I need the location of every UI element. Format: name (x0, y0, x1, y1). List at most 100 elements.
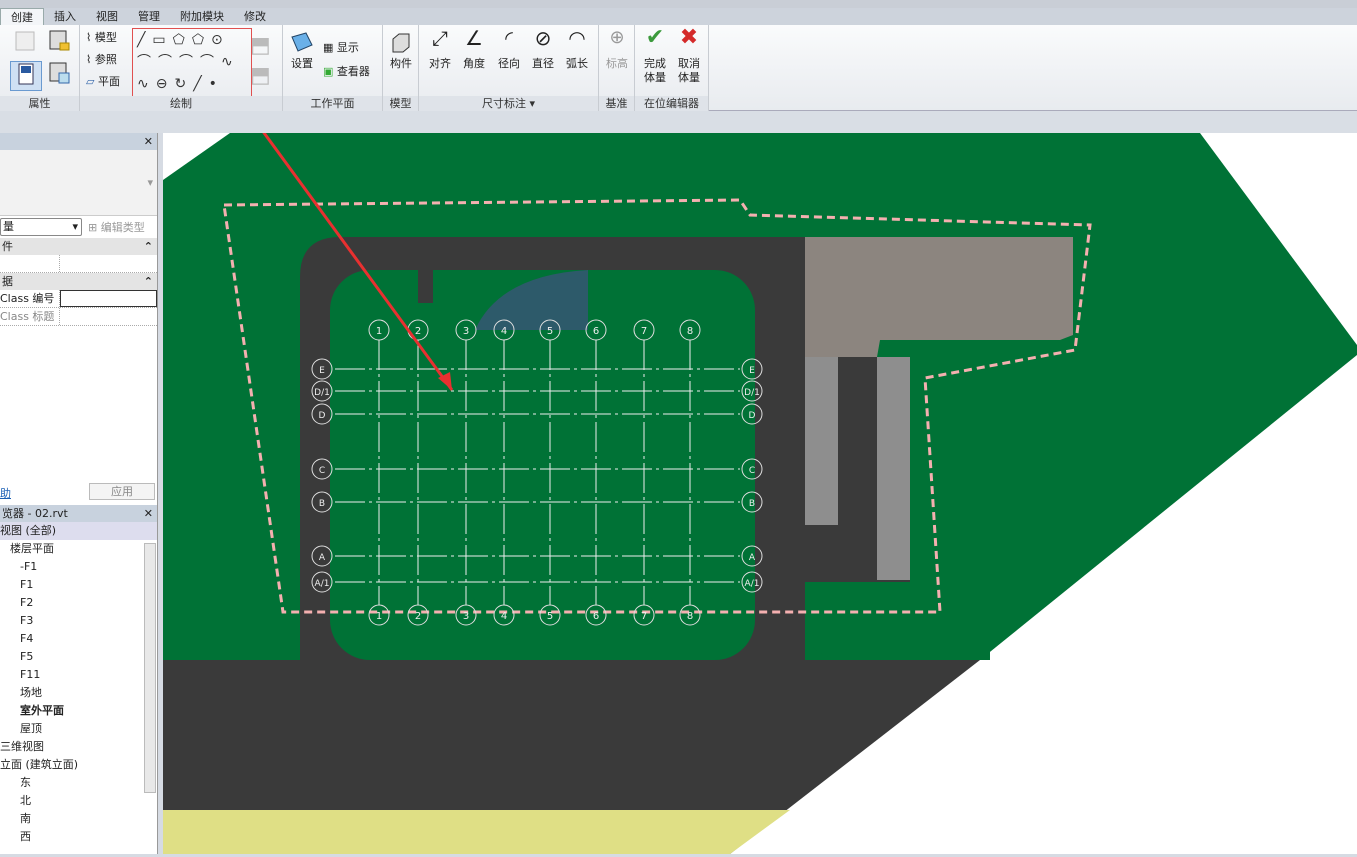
panel-workplane: 设置 ▦ 显示 ▣ 查看器 工作平面 (283, 25, 383, 111)
browser-item[interactable]: 屋顶 (0, 720, 157, 738)
browser-item[interactable]: 北 (0, 792, 157, 810)
properties-help-link[interactable]: 助 (0, 485, 11, 501)
browser-item[interactable]: 场地 (0, 684, 157, 702)
grid-label: 7 (641, 326, 647, 337)
grid-label: B (319, 499, 325, 509)
grid-label: 4 (501, 326, 507, 337)
angle-icon: ∠ (465, 26, 483, 50)
panel-label: 绘制 (80, 96, 282, 111)
browser-item[interactable]: F4 (0, 630, 157, 648)
browser-item[interactable]: F1 (0, 576, 157, 594)
draw-tools-row[interactable]: ∿⊖↻╱• (137, 73, 251, 95)
close-icon[interactable]: ✕ (144, 505, 153, 522)
family-category-icon (49, 30, 70, 51)
label: 量 (3, 220, 14, 233)
type-selector-preview[interactable]: ▾ (0, 150, 157, 216)
close-icon[interactable]: ✕ (144, 133, 153, 150)
edit-type-button[interactable]: ⊞ 编辑类型 (88, 219, 145, 235)
browser-item[interactable]: -F1 (0, 558, 157, 576)
browser-item[interactable]: 视图 (全部) (0, 522, 157, 540)
viewer-button[interactable]: ▣ 查看器 (323, 65, 370, 79)
group-header[interactable]: 件 ⌃ (0, 238, 157, 255)
panel-dimension: ⤢ 对齐 ∠ 角度 ◜ 径向 ⊘ 直径 ◠ 弧长 尺寸标注 ▾ (419, 25, 599, 111)
aligned-dimension-button[interactable]: ⤢ 对齐 (425, 26, 455, 71)
label: 对齐 (429, 57, 451, 70)
tab-create[interactable]: 创建 (0, 8, 44, 25)
draw-tools-gallery[interactable]: ╱▭⬠⬠⊙ ⌒⌒⌒⌒∿ ∿⊖↻╱• (132, 28, 252, 100)
arc-length-button[interactable]: ◠ 弧长 (562, 26, 592, 71)
model-line-button[interactable]: ⌇ 模型 (86, 31, 117, 45)
browser-item[interactable]: 南 (0, 810, 157, 828)
grid-label: A (319, 553, 326, 563)
label: 标高 (606, 57, 628, 70)
browser-item[interactable]: 室外平面 (0, 702, 157, 720)
browser-item[interactable]: 西 (0, 828, 157, 846)
reference-line-button[interactable]: ⌇ 参照 (86, 53, 117, 67)
reference-plane-button[interactable]: ▱ 平面 (86, 75, 120, 89)
tab-view[interactable]: 视图 (86, 8, 128, 25)
component-button[interactable]: 构件 (387, 31, 415, 71)
class-number-input[interactable] (60, 290, 157, 307)
grid-label: 2 (415, 611, 421, 622)
grid-label: E (319, 366, 325, 376)
panel-draw: ⌇ 模型 ⌇ 参照 ▱ 平面 ╱▭⬠⬠⊙ ⌒⌒⌒⌒∿ ∿⊖↻╱• ⬒ ⬒ 绘制 (80, 25, 283, 111)
label: 参照 (94, 53, 117, 66)
family-types-icon (49, 62, 70, 84)
type-properties-button[interactable] (12, 29, 38, 55)
arc-length-icon: ◠ (568, 26, 586, 50)
label: 查看器 (336, 65, 370, 78)
grid-label: 3 (463, 611, 469, 622)
parking-strip (877, 357, 910, 580)
browser-item[interactable]: F3 (0, 612, 157, 630)
instance-filter-select[interactable]: 量 ▾ (0, 218, 82, 236)
properties-button[interactable] (10, 61, 42, 91)
tab-manage[interactable]: 管理 (128, 8, 170, 25)
label: 取消 体量 (678, 57, 700, 84)
grid-label: C (319, 466, 325, 476)
drawing-canvas[interactable]: 1 1 2 2 3 3 4 4 5 5 6 6 7 7 8 8 E E D/1 D/1 D D C C B B A A A/1 A/1 (163, 99, 1357, 854)
grid-label: 6 (593, 611, 599, 622)
tab-insert[interactable]: 插入 (44, 8, 86, 25)
tab-addins[interactable]: 附加模块 (170, 8, 234, 25)
pick-faces-icon[interactable]: ⬒ (250, 63, 271, 88)
label: 件 (2, 240, 13, 253)
road-strip (755, 270, 805, 660)
draw-tools-row[interactable]: ⌒⌒⌒⌒∿ (137, 51, 251, 73)
grid-label: 5 (547, 611, 553, 622)
label: 模型 (94, 31, 117, 44)
browser-item[interactable]: F5 (0, 648, 157, 666)
browser-item[interactable]: F11 (0, 666, 157, 684)
type-properties-icon (15, 31, 35, 51)
scrollbar[interactable] (144, 543, 156, 793)
browser-item[interactable]: 东 (0, 774, 157, 792)
cancel-mass-button[interactable]: ✖ 取消 体量 (673, 27, 705, 85)
aligned-dimension-icon: ⤢ (432, 26, 448, 50)
panel-label: 基准 (599, 96, 634, 111)
level-icon: ⊕ (609, 27, 625, 48)
grid-plane-icon (291, 32, 313, 52)
panel-label[interactable]: 尺寸标注 ▾ (419, 96, 598, 111)
finish-mass-button[interactable]: ✔ 完成 体量 (639, 27, 671, 85)
family-types-button[interactable] (46, 61, 72, 87)
grid-label: 7 (641, 611, 647, 622)
class-title-input[interactable] (60, 308, 157, 325)
pick-lines-icon[interactable]: ⬒ (250, 33, 271, 58)
browser-item[interactable]: 立面 (建筑立面) (0, 756, 157, 774)
site-plan[interactable]: 1 1 2 2 3 3 4 4 5 5 6 6 7 7 8 8 E E D/1 D/1 D D C C B B A A A/1 A/1 (163, 99, 1357, 854)
apply-button[interactable]: 应用 (89, 483, 155, 500)
family-category-button[interactable] (46, 29, 72, 55)
ribbon: 属性 ⌇ 模型 ⌇ 参照 ▱ 平面 ╱▭⬠⬠⊙ ⌒⌒⌒⌒∿ ∿⊖↻╱• ⬒ ⬒ … (0, 25, 1357, 111)
show-workplane-button[interactable]: ▦ 显示 (323, 41, 359, 55)
group-header[interactable]: 据 ⌃ (0, 273, 157, 290)
diameter-dimension-button[interactable]: ⊘ 直径 (528, 28, 558, 71)
angular-dimension-button[interactable]: ∠ 角度 (459, 26, 489, 71)
browser-item[interactable]: F2 (0, 594, 157, 612)
draw-tools-row[interactable]: ╱▭⬠⬠⊙ (137, 29, 251, 51)
level-button[interactable]: ⊕ 标高 (603, 27, 631, 71)
radial-dimension-button[interactable]: ◜ 径向 (494, 28, 524, 71)
browser-item[interactable]: 三维视图 (0, 738, 157, 756)
tab-modify[interactable]: 修改 (234, 8, 276, 25)
browser-tree: 视图 (全部) 楼层平面 -F1 F1 F2 F3 F4 F5 F11 场地 室外平面 屋顶 三维视图立… (0, 522, 157, 846)
browser-item[interactable]: 楼层平面 (0, 540, 157, 558)
set-workplane-button[interactable]: 设置 (287, 31, 317, 71)
